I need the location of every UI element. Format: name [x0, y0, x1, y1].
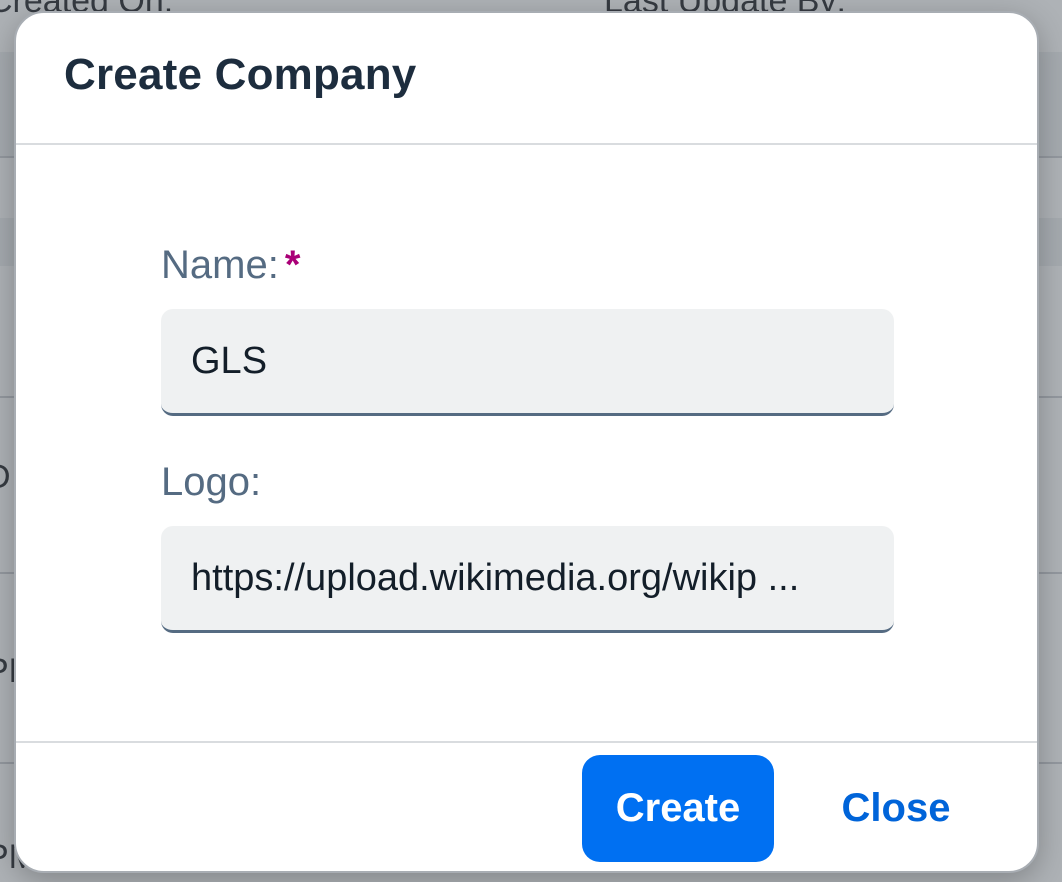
dialog-content: Name: * GLS Logo: https://upload.wikimedi… [16, 147, 1037, 743]
logo-label-text: Logo: [161, 460, 262, 504]
dialog-footer: Create Close [16, 741, 1037, 871]
create-company-dialog: Create Company Name: * GLS Logo: https://… [14, 11, 1039, 873]
dialog-header: Create Company [16, 13, 1037, 145]
logo-label: Logo: [161, 460, 261, 505]
logo-input-value: https://upload.wikimedia.org/wikip ... [191, 556, 800, 599]
create-button[interactable]: Create [582, 755, 774, 862]
close-button[interactable]: Close [816, 755, 976, 862]
name-input[interactable]: GLS [161, 309, 894, 416]
dialog-title: Create Company [64, 50, 417, 99]
name-label: Name: * [161, 243, 300, 288]
logo-input[interactable]: https://upload.wikimedia.org/wikip ... [161, 526, 894, 633]
name-input-value: GLS [191, 339, 268, 382]
name-label-text: Name: [161, 243, 279, 287]
required-indicator: * [284, 243, 301, 287]
